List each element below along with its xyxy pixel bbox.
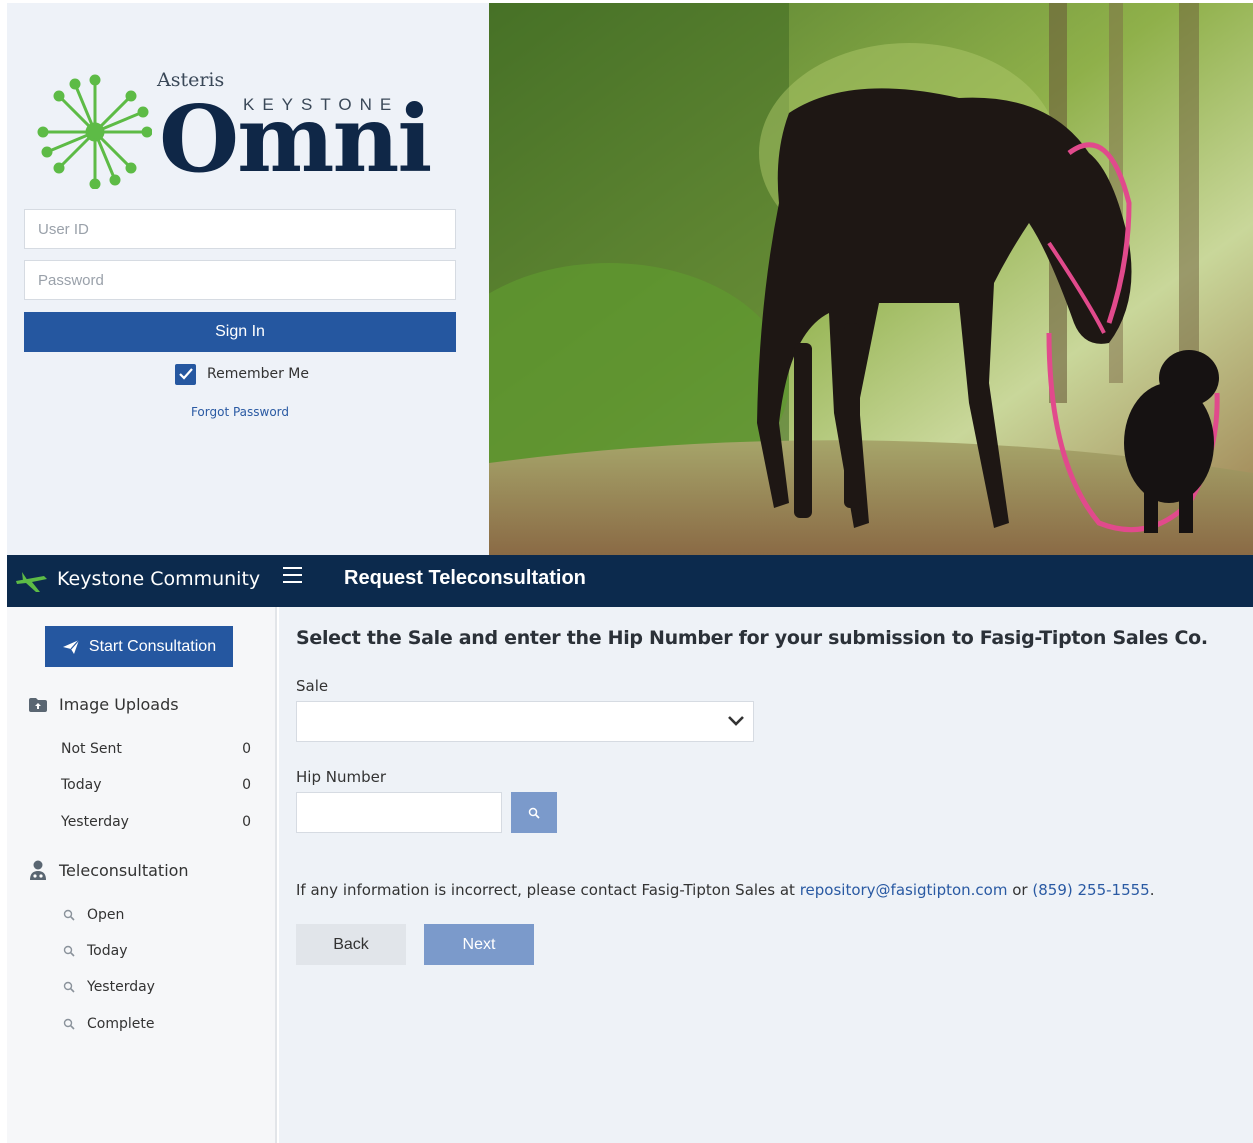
list-item-label: Yesterday	[87, 979, 155, 995]
sign-in-button[interactable]: Sign In	[24, 312, 456, 352]
contact-suffix: .	[1149, 881, 1155, 899]
uploads-not-sent-item[interactable]: Not Sent 0	[61, 741, 261, 757]
instruction-heading: Select the Sale and enter the Hip Number…	[296, 627, 1208, 649]
search-icon	[63, 981, 75, 993]
page-title: Request Teleconsultation	[344, 567, 586, 589]
contact-text: If any information is incorrect, please …	[296, 881, 1154, 899]
list-item-label: Yesterday	[61, 814, 129, 830]
brand-name[interactable]: Keystone Community	[57, 568, 260, 590]
horse-and-dog-forest-photo	[489, 3, 1253, 555]
tele-today-item[interactable]: Today	[63, 943, 128, 959]
list-item-label: Open	[87, 907, 125, 923]
teleconsultation-section: Teleconsultation	[27, 860, 189, 880]
main-content: Select the Sale and enter the Hip Number…	[279, 607, 1253, 1143]
list-item-label: Not Sent	[61, 741, 122, 757]
start-consultation-label: Start Consultation	[88, 637, 217, 655]
sale-select[interactable]	[296, 701, 754, 742]
contact-middle: or	[1007, 881, 1033, 899]
omni-logo: Asteris KEYSTONE Omni	[37, 69, 447, 189]
image-uploads-title: Image Uploads	[59, 695, 179, 714]
tele-yesterday-item[interactable]: Yesterday	[63, 979, 155, 995]
hip-number-label: Hip Number	[296, 768, 386, 786]
start-consultation-button[interactable]: Start Consultation	[45, 626, 233, 667]
list-item-label: Today	[61, 777, 102, 793]
search-icon	[528, 807, 540, 819]
sidebar: Start Consultation Image Uploads Not Sen…	[7, 607, 277, 1143]
teleconsultation-title: Teleconsultation	[59, 860, 189, 880]
forgot-password-link[interactable]: Forgot Password	[7, 405, 473, 419]
contact-prefix: If any information is incorrect, please …	[296, 881, 800, 899]
doctor-icon	[27, 860, 49, 880]
login-section: Asteris KEYSTONE Omni Sign In Remember M…	[7, 3, 1253, 555]
remember-me-row[interactable]: Remember Me	[175, 363, 309, 385]
hip-number-input[interactable]	[296, 792, 502, 833]
uploads-yesterday-item[interactable]: Yesterday 0	[61, 814, 261, 830]
hip-search-button[interactable]	[511, 792, 557, 833]
list-item-count: 0	[242, 814, 251, 830]
remember-me-label: Remember Me	[207, 366, 309, 382]
password-input[interactable]	[24, 260, 456, 300]
hamburger-icon[interactable]	[283, 567, 307, 591]
app-header: Keystone Community Request Teleconsultat…	[7, 555, 1253, 607]
back-button[interactable]: Back	[296, 924, 406, 965]
search-icon	[63, 909, 75, 921]
tele-complete-item[interactable]: Complete	[63, 1016, 154, 1032]
contact-phone-link[interactable]: (859) 255-1555	[1032, 881, 1149, 899]
image-uploads-section: Image Uploads	[27, 695, 179, 714]
chevron-down-icon	[728, 716, 744, 726]
search-icon	[63, 1018, 75, 1030]
login-panel: Asteris KEYSTONE Omni Sign In Remember M…	[7, 3, 489, 555]
hero-photo	[489, 3, 1253, 555]
list-item-count: 0	[242, 777, 251, 793]
user-id-input[interactable]	[24, 209, 456, 249]
tele-open-item[interactable]: Open	[63, 907, 124, 923]
remember-me-checkbox[interactable]	[175, 363, 196, 385]
logo-word-text: Omni	[159, 85, 432, 193]
next-button[interactable]: Next	[424, 924, 534, 965]
folder-upload-icon	[27, 697, 49, 712]
list-item-label: Complete	[87, 1016, 155, 1032]
asterisk-network-icon	[37, 74, 152, 189]
list-item-label: Today	[87, 943, 128, 959]
checkmark-icon	[178, 368, 193, 380]
contact-email-link[interactable]: repository@fasigtipton.com	[800, 881, 1008, 899]
list-item-count: 0	[242, 741, 251, 757]
plane-cross-icon	[16, 572, 47, 592]
uploads-today-item[interactable]: Today 0	[61, 777, 261, 793]
search-icon	[63, 945, 75, 957]
paper-plane-icon	[62, 639, 80, 654]
sale-label: Sale	[296, 677, 329, 695]
